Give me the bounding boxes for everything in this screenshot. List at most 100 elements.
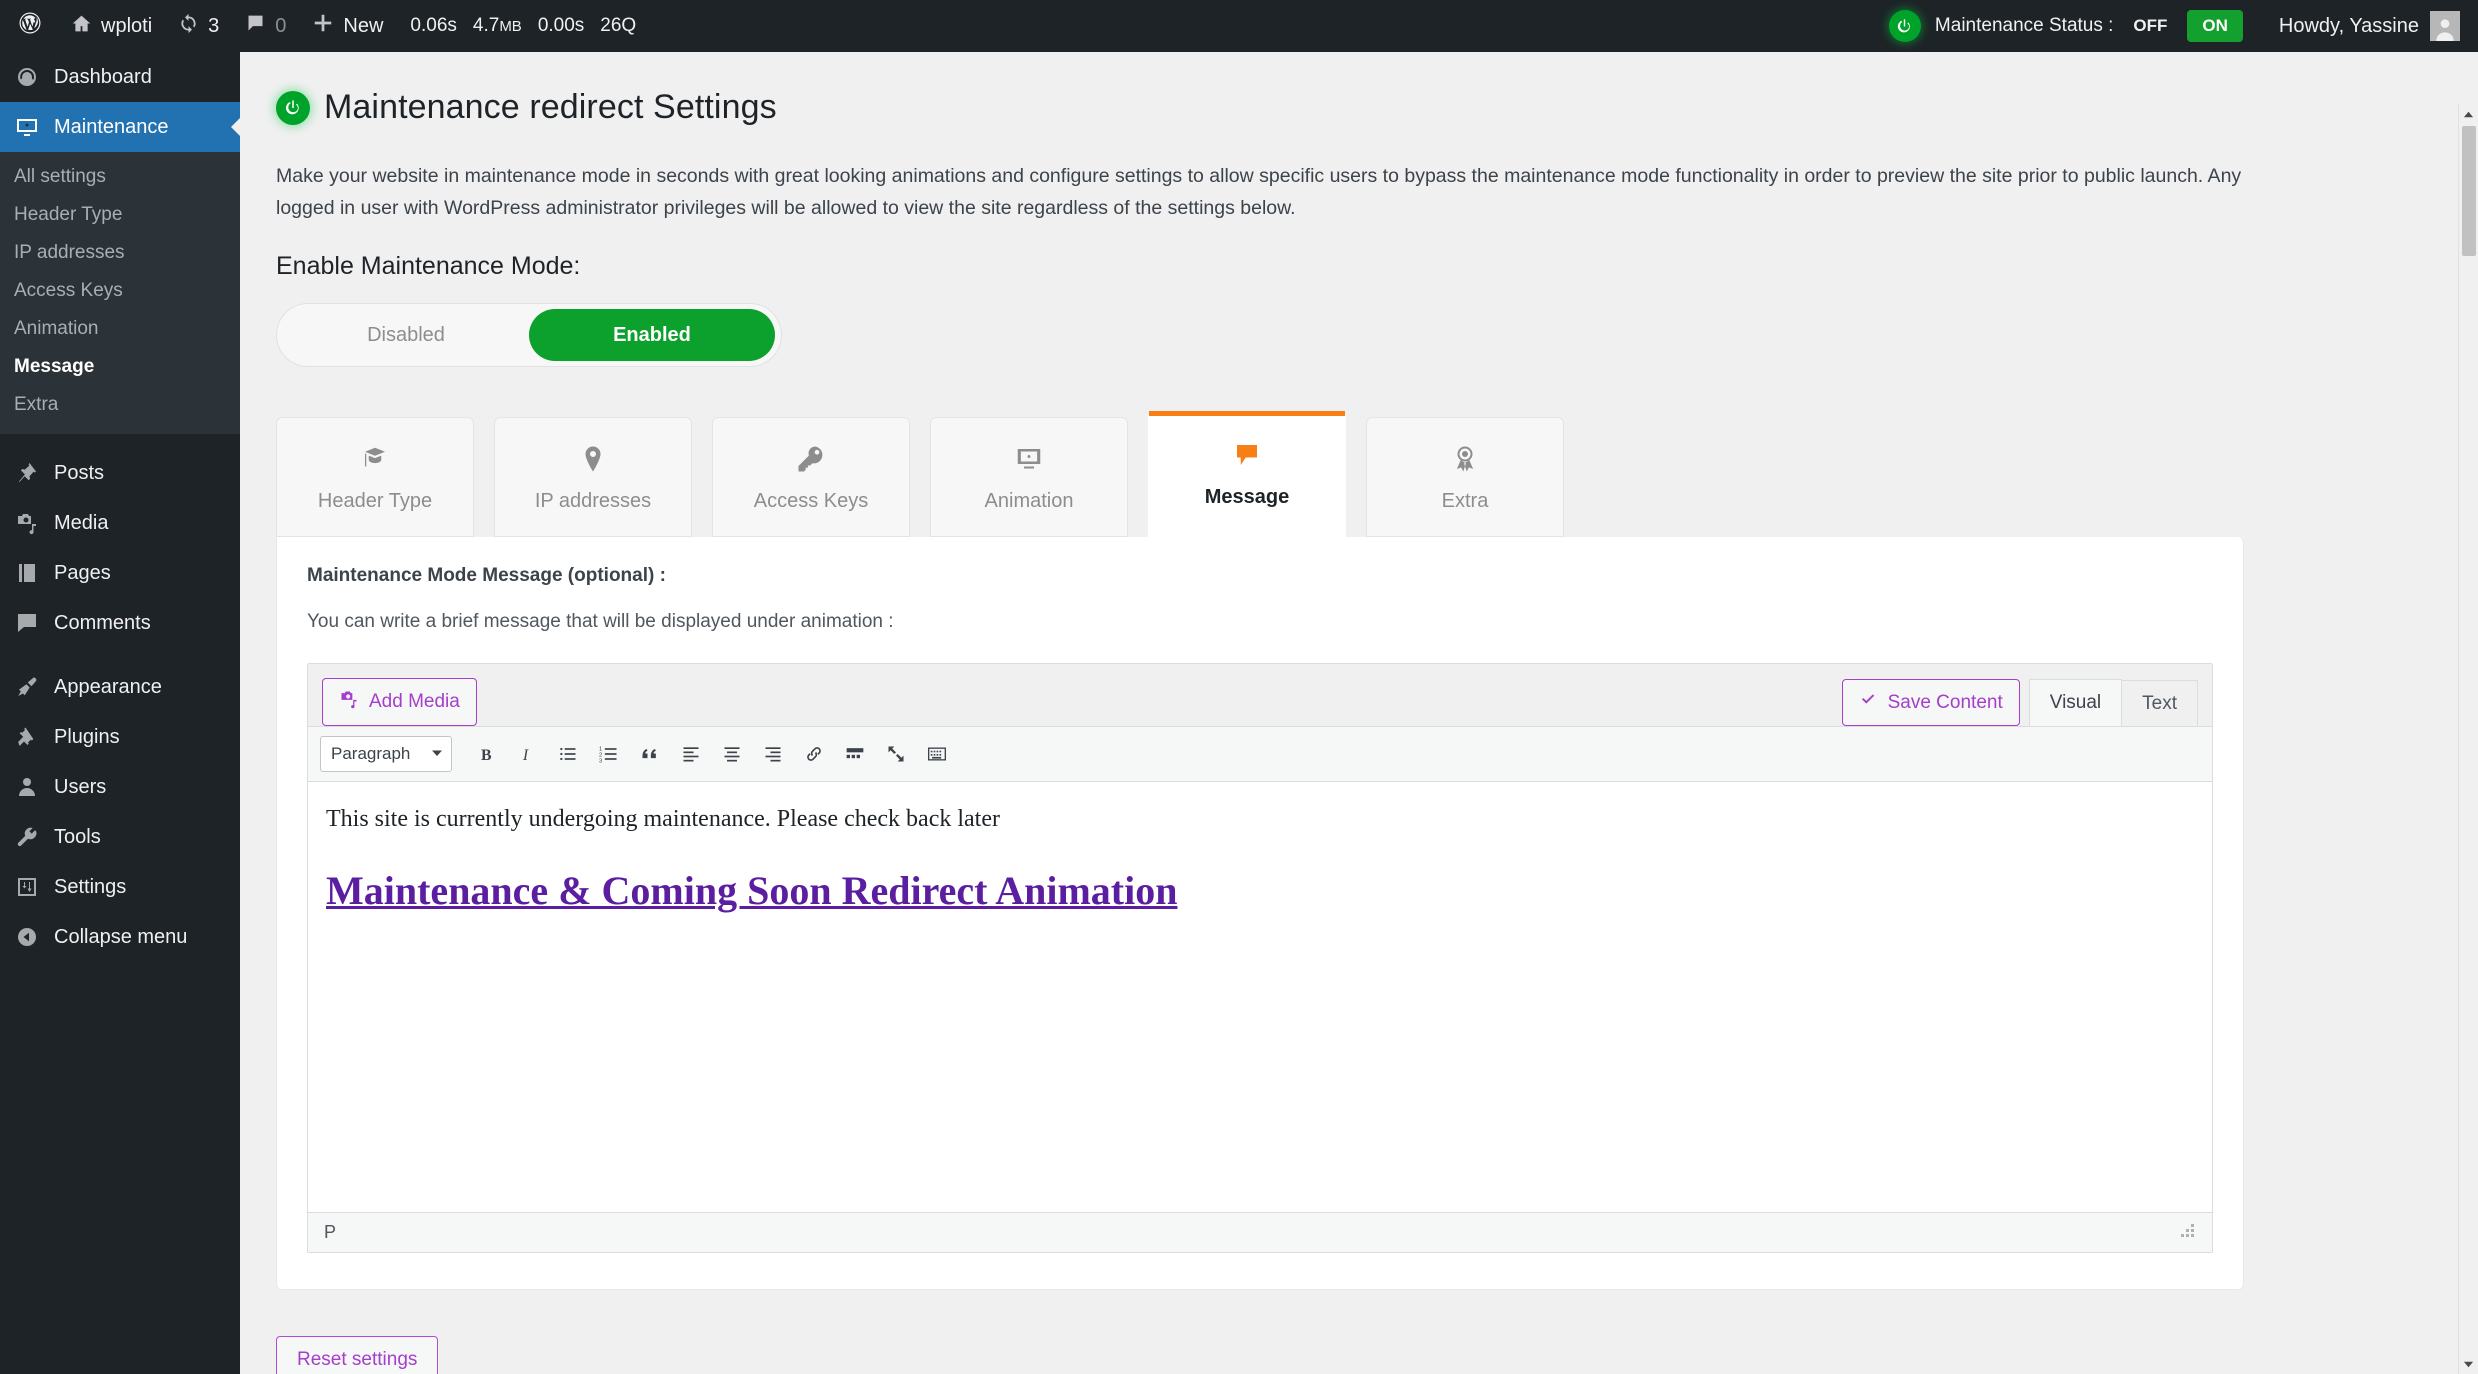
- tab-label: Message: [1204, 486, 1290, 509]
- updates-button[interactable]: 3: [165, 0, 232, 52]
- maintenance-off-button[interactable]: OFF: [2127, 16, 2173, 36]
- caret-up-icon[interactable]: [2459, 104, 2478, 124]
- enable-maintenance-label: Enable Maintenance Mode:: [276, 252, 581, 281]
- bulleted-list-button[interactable]: [551, 737, 585, 771]
- page-title: Maintenance redirect Settings: [324, 88, 777, 126]
- sidebar-item-label: Users: [54, 776, 107, 798]
- comments-button[interactable]: 0: [232, 0, 299, 52]
- sidebar-subitem-all-settings[interactable]: All settings: [0, 158, 240, 196]
- sidebar-item-pages[interactable]: Pages: [0, 548, 240, 598]
- perf-memory: 4.7MB: [472, 15, 522, 36]
- sidebar-item-label: Dashboard: [54, 66, 152, 88]
- award-ribbon-icon: [1450, 442, 1480, 476]
- sidebar-item-label: Tools: [54, 826, 101, 848]
- scrollbar-thumb[interactable]: [2462, 126, 2476, 256]
- tab-label: IP addresses: [534, 489, 652, 512]
- tab-header-type[interactable]: Header Type: [276, 417, 474, 538]
- toggle-option-enabled[interactable]: Enabled: [529, 309, 775, 362]
- tab-message[interactable]: Message: [1148, 411, 1346, 538]
- sidebar-separator: [0, 434, 240, 448]
- editor-tab-text[interactable]: Text: [2121, 680, 2198, 727]
- sidebar-subitem-ip-addresses[interactable]: IP addresses: [0, 234, 240, 272]
- toggle-option-disabled[interactable]: Disabled: [283, 309, 529, 361]
- editor-content-area[interactable]: This site is currently undergoing mainte…: [308, 782, 2212, 1213]
- main-content: Maintenance redirect Settings Make your …: [240, 52, 2478, 1374]
- maintenance-screen-icon: [14, 114, 40, 140]
- reset-settings-button[interactable]: Reset settings: [276, 1336, 439, 1374]
- editor-paragraph: This site is currently undergoing mainte…: [326, 806, 1000, 833]
- italic-button[interactable]: I: [510, 737, 544, 771]
- sidebar-item-settings[interactable]: Settings: [0, 862, 240, 912]
- updates-icon: [178, 13, 199, 40]
- tab-ip-addresses[interactable]: IP addresses: [494, 417, 692, 538]
- save-content-button[interactable]: Save Content: [1841, 679, 2020, 727]
- sidebar-item-collapse-menu[interactable]: Collapse menu: [0, 912, 240, 962]
- sidebar-item-dashboard[interactable]: Dashboard: [0, 52, 240, 102]
- key-icon: [796, 442, 826, 476]
- maintenance-status-group[interactable]: Maintenance Status : OFF ON: [1877, 0, 2255, 52]
- collapse-left-icon: [14, 924, 40, 950]
- new-content-button[interactable]: New: [299, 0, 396, 52]
- sidebar-item-tools[interactable]: Tools: [0, 812, 240, 862]
- maintenance-mode-toggle[interactable]: Disabled Enabled: [276, 303, 782, 368]
- maintenance-submenu: All settings Header Type IP addresses Ac…: [0, 152, 240, 434]
- sidebar-subitem-extra[interactable]: Extra: [0, 386, 240, 424]
- resize-grip-icon[interactable]: [2178, 1223, 2196, 1242]
- sidebar-item-label: Pages: [54, 562, 111, 584]
- fullscreen-button[interactable]: [879, 737, 913, 771]
- screen-eye-icon: [1014, 442, 1044, 476]
- message-field-help: You can write a brief message that will …: [307, 611, 894, 633]
- sidebar-item-label: Maintenance: [54, 116, 169, 138]
- howdy-account-menu[interactable]: Howdy, Yassine: [2255, 0, 2478, 52]
- maintenance-status-label: Maintenance Status :: [1934, 15, 2114, 36]
- editor-tab-visual[interactable]: Visual: [2028, 679, 2123, 727]
- sidebar-item-maintenance[interactable]: Maintenance: [0, 102, 240, 152]
- read-more-button[interactable]: [838, 737, 872, 771]
- tab-extra[interactable]: Extra: [1366, 417, 1564, 538]
- plus-icon: [312, 12, 334, 40]
- comment-bubble-icon: [245, 13, 266, 40]
- bold-button[interactable]: B: [469, 737, 503, 771]
- perf-db-time: 0.00s: [537, 15, 585, 36]
- format-select[interactable]: Paragraph: [320, 736, 452, 773]
- svg-text:3: 3: [599, 758, 602, 764]
- sidebar-item-users[interactable]: Users: [0, 762, 240, 812]
- content-editor: Add Media Save Content Visual Text Parag…: [307, 663, 2213, 1254]
- comment-bubble-icon: [14, 610, 40, 636]
- align-left-button[interactable]: [674, 737, 708, 771]
- align-center-button[interactable]: [715, 737, 749, 771]
- tab-access-keys[interactable]: Access Keys: [712, 417, 910, 538]
- add-media-button[interactable]: Add Media: [322, 678, 477, 727]
- pin-icon: [14, 460, 40, 486]
- maintenance-on-button[interactable]: ON: [2187, 10, 2243, 42]
- performance-metrics: 0.06s 4.7MB 0.00s 26Q: [396, 15, 650, 37]
- sidebar-subitem-header-type[interactable]: Header Type: [0, 196, 240, 234]
- power-icon: [1888, 10, 1921, 42]
- page-scrollbar[interactable]: [2458, 104, 2478, 1374]
- tab-animation[interactable]: Animation: [930, 417, 1128, 538]
- page-intro-text: Make your website in maintenance mode in…: [276, 165, 2242, 219]
- toolbar-toggle-button[interactable]: [920, 737, 954, 771]
- sidebar-item-comments[interactable]: Comments: [0, 598, 240, 648]
- sidebar-item-label: Posts: [54, 462, 105, 484]
- blockquote-button[interactable]: [633, 737, 667, 771]
- insert-link-button[interactable]: [797, 737, 831, 771]
- wordpress-logo-button[interactable]: [0, 0, 58, 52]
- sidebar-subitem-access-keys[interactable]: Access Keys: [0, 272, 240, 310]
- editor-element-path: P: [324, 1222, 337, 1243]
- sidebar-subitem-animation[interactable]: Animation: [0, 310, 240, 348]
- caret-down-icon[interactable]: [2459, 1354, 2478, 1374]
- align-right-button[interactable]: [756, 737, 790, 771]
- site-name-button[interactable]: wploti: [58, 0, 165, 52]
- sliders-icon: [14, 874, 40, 900]
- sidebar-item-label: Appearance: [54, 676, 162, 698]
- sidebar-item-media[interactable]: Media: [0, 498, 240, 548]
- sidebar-subitem-message[interactable]: Message: [0, 348, 240, 386]
- editor-heading-link[interactable]: Maintenance & Coming Soon Redirect Anima…: [326, 867, 2194, 914]
- sidebar-item-plugins[interactable]: Plugins: [0, 712, 240, 762]
- sidebar-item-appearance[interactable]: Appearance: [0, 662, 240, 712]
- home-icon: [71, 13, 92, 40]
- numbered-list-button[interactable]: 123: [592, 737, 626, 771]
- sidebar-item-posts[interactable]: Posts: [0, 448, 240, 498]
- page-header: Maintenance redirect Settings: [276, 88, 2244, 127]
